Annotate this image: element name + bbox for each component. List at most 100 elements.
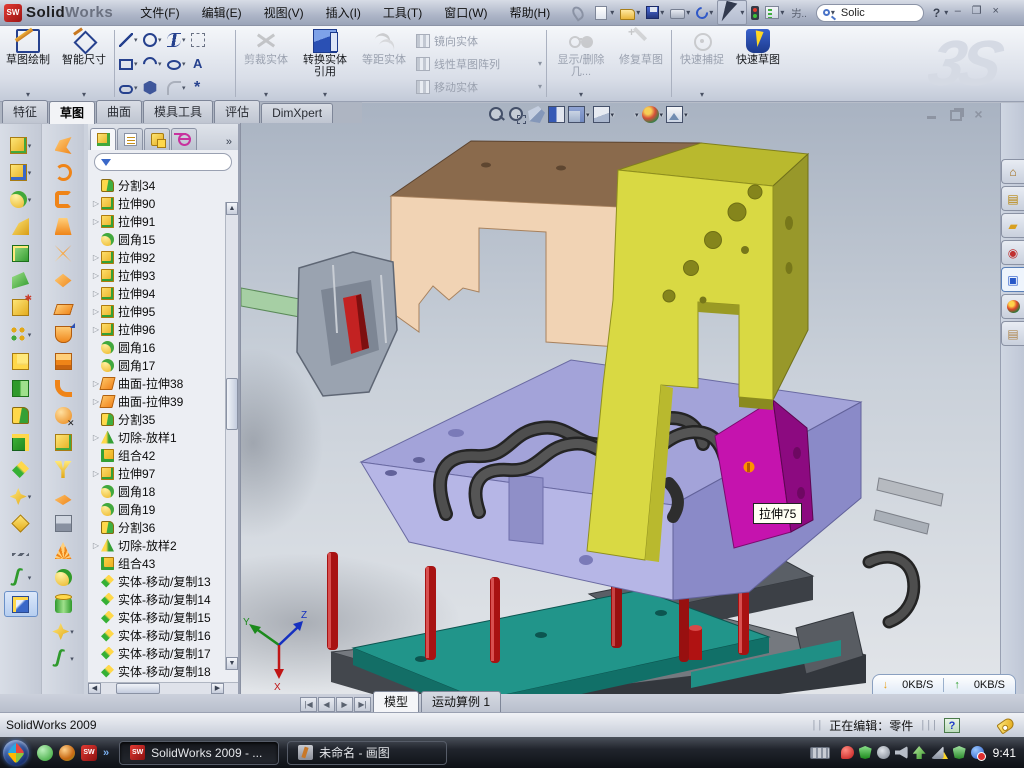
update-gray-tray-icon[interactable]: [877, 746, 890, 759]
tree-item[interactable]: ▷拉伸95: [88, 302, 238, 320]
restore-button[interactable]: ❐: [968, 5, 985, 20]
expand-arrow[interactable]: ▷: [91, 307, 101, 316]
tree-vertical-scrollbar[interactable]: ▲ ▼: [225, 202, 238, 670]
caret-icon[interactable]: ▾: [158, 36, 162, 44]
reference-axis-button[interactable]: [0, 537, 41, 564]
core-button[interactable]: [42, 591, 84, 618]
text-icon[interactable]: [191, 57, 205, 71]
caret-icon[interactable]: ▾: [134, 60, 138, 68]
rib-button[interactable]: [0, 348, 41, 375]
wireless-warning-tray-icon[interactable]: [931, 746, 944, 759]
realview-tab[interactable]: [1001, 294, 1024, 319]
rapid-sketch-button[interactable]: 快速草图: [730, 26, 786, 101]
task-solidworks[interactable]: SWSolidWorks 2009 - ...: [119, 741, 279, 765]
menu-item[interactable]: 窗口(W): [435, 1, 496, 24]
appearances-button[interactable]: ▾: [642, 106, 664, 123]
caret-icon[interactable]: ▾: [134, 36, 138, 44]
scene-button[interactable]: ▾: [666, 106, 688, 123]
curve-tool-2-button[interactable]: ▾: [42, 618, 84, 645]
motion-study-tab[interactable]: 运动算例 1: [421, 691, 501, 712]
volume-tray-icon[interactable]: [895, 746, 908, 759]
tree-item[interactable]: ▷分割34: [88, 176, 238, 194]
view-orientation-button[interactable]: ▾: [568, 106, 590, 123]
messenger-quicklaunch-icon[interactable]: [37, 745, 53, 761]
quicklaunch-overflow[interactable]: »: [103, 745, 109, 759]
boundary-surface-button[interactable]: [42, 213, 84, 240]
scroll-thumb[interactable]: [226, 378, 238, 430]
propertymanager-tab[interactable]: [117, 128, 143, 150]
rebuild-button[interactable]: [749, 4, 761, 22]
point-icon[interactable]: [191, 81, 205, 95]
tab-草图[interactable]: 草图: [49, 101, 95, 124]
curve-tool-button[interactable]: ▾: [0, 564, 41, 591]
zoom-fit-button[interactable]: [488, 106, 505, 123]
minimize-button[interactable]: –: [949, 5, 966, 20]
options-button[interactable]: ▾: [763, 4, 786, 21]
caret-icon[interactable]: ▾: [182, 60, 186, 68]
slot-icon[interactable]: [119, 85, 133, 94]
undo-button[interactable]: ▾: [694, 5, 715, 21]
split-button[interactable]: [0, 402, 41, 429]
lofted-surface-button[interactable]: [42, 186, 84, 213]
save-button[interactable]: ▾: [644, 4, 666, 21]
ellipse-icon[interactable]: [167, 60, 181, 70]
smart-dimension-button[interactable]: 智能尺寸▾: [56, 26, 112, 101]
zoom-area-button[interactable]: [508, 106, 525, 123]
offset-surface-button[interactable]: [42, 321, 84, 348]
tree-item[interactable]: ▷圆角19: [88, 500, 238, 518]
box-select-icon[interactable]: [191, 33, 205, 47]
draft-analysis-button[interactable]: [42, 483, 84, 510]
sync-green-tray-icon[interactable]: [913, 746, 926, 759]
doc-minimize-button[interactable]: [925, 108, 940, 121]
menu-item[interactable]: 编辑(E): [193, 1, 251, 24]
tab-模具工具[interactable]: 模具工具: [143, 100, 213, 123]
linear-pattern-button[interactable]: ▾: [0, 321, 41, 348]
tree-item[interactable]: ▷实体-移动/复制14: [88, 590, 238, 608]
tree-item[interactable]: ▷实体-移动/复制18: [88, 662, 238, 680]
menu-item[interactable]: 文件(F): [131, 1, 188, 24]
swept-surface-button[interactable]: [42, 132, 84, 159]
panel-tabs-overflow[interactable]: »: [222, 136, 236, 150]
line-icon[interactable]: [119, 33, 133, 47]
quick-tips-button[interactable]: ?: [944, 718, 960, 733]
tab-特征[interactable]: 特征: [2, 100, 48, 123]
replace-face-button[interactable]: [42, 429, 84, 456]
reference-plane-button[interactable]: [0, 510, 41, 537]
scroll-thumb[interactable]: [116, 683, 160, 694]
tree-item[interactable]: ▷实体-移动/复制15: [88, 608, 238, 626]
section-view-button[interactable]: [548, 106, 565, 123]
expand-arrow[interactable]: ▷: [91, 271, 101, 280]
configurationmanager-tab[interactable]: [144, 128, 170, 150]
trim-entities-button[interactable]: 剪裁实体▾: [238, 26, 294, 101]
next-tab-button[interactable]: ▶: [336, 697, 353, 712]
tree-item[interactable]: ▷拉伸91: [88, 212, 238, 230]
tree-item[interactable]: ▷实体-移动/复制13: [88, 572, 238, 590]
tree-item[interactable]: ▷切除-放样1: [88, 428, 238, 446]
keyboard-layout-icon[interactable]: [810, 747, 830, 759]
untrim-surface-button[interactable]: [42, 267, 84, 294]
custom-properties-tab[interactable]: ▤: [1001, 321, 1024, 346]
security-red-tray-icon[interactable]: [841, 746, 854, 759]
tree-item[interactable]: ▷拉伸92: [88, 248, 238, 266]
combine-bodies-button[interactable]: [0, 429, 41, 456]
hole-wizard-button[interactable]: [0, 294, 41, 321]
tree-item[interactable]: ▷曲面-拉伸38: [88, 374, 238, 392]
toolbar-overflow-label[interactable]: 屴..: [791, 5, 807, 20]
move-entities-button[interactable]: 移动实体▾: [412, 77, 544, 97]
shield-green-tray-icon[interactable]: [859, 746, 872, 759]
prev-tab-button[interactable]: ◀: [318, 697, 335, 712]
scroll-down-button[interactable]: ▼: [226, 657, 238, 670]
rectangle-icon[interactable]: [119, 59, 133, 70]
help-button[interactable]: ?: [930, 6, 943, 20]
spline-tool-2-button[interactable]: ▾: [42, 645, 84, 672]
parting-line-button[interactable]: [42, 456, 84, 483]
shield-plus-tray-icon[interactable]: [953, 746, 966, 759]
first-tab-button[interactable]: |◀: [300, 697, 317, 712]
app-orange-quicklaunch-icon[interactable]: [59, 745, 75, 761]
display-delete-relations-button[interactable]: 显示/删除几...▾: [549, 26, 613, 101]
ruled-surface-button[interactable]: [42, 537, 84, 564]
scroll-up-button[interactable]: ▲: [226, 202, 238, 215]
tree-item[interactable]: ▷实体-移动/复制17: [88, 644, 238, 662]
search-input[interactable]: ▾ Solic: [816, 4, 924, 22]
sketch-fillet-icon[interactable]: [167, 81, 181, 95]
